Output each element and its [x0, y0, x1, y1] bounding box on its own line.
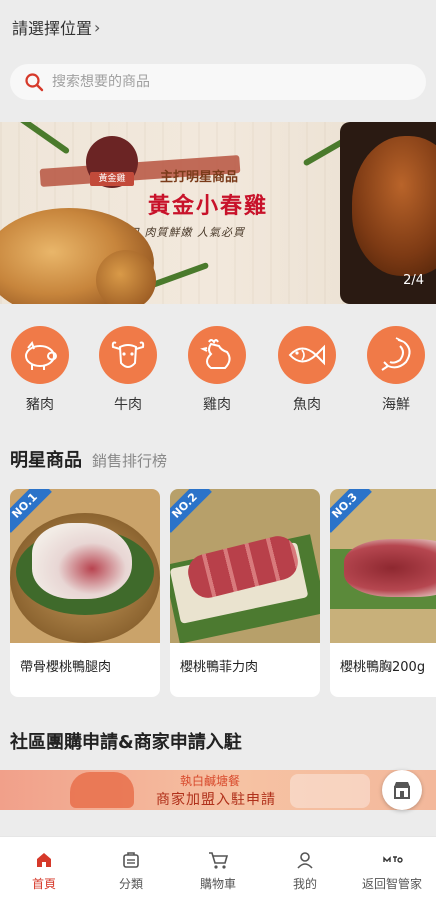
cow-icon — [111, 341, 145, 368]
home-icon — [37, 853, 51, 867]
return-icon — [383, 856, 403, 863]
category-seafood[interactable]: 海鮮 — [366, 326, 426, 414]
featured-subtitle[interactable]: 銷售排行榜 — [92, 450, 167, 471]
promo-line2: 商家加盟入駐申請 — [156, 792, 276, 808]
tab-label: 分類 — [118, 877, 143, 891]
featured-title: 明星商品 — [10, 450, 82, 471]
location-label: 請選擇位置 — [12, 19, 93, 38]
floating-shop-button[interactable] — [382, 770, 422, 810]
banner-line1: 主打明星商品 — [160, 170, 239, 185]
merchant-join-banner[interactable]: 執白鹹塘餐 商家加盟入駐申請 — [0, 770, 436, 810]
seal-text: 黃金雞 — [98, 174, 126, 184]
banner-counter: 2/4 — [403, 273, 424, 288]
product-card[interactable]: NO.3 櫻桃鴨胸200g — [330, 489, 436, 697]
promo-decoration — [290, 774, 370, 808]
category-label: 雞肉 — [203, 397, 231, 413]
category-label: 魚肉 — [293, 397, 321, 413]
promo-banner[interactable]: 黃金雞 主打明星商品 黃金小春雞 香酥可口 肉質鮮嫩 人氣必買 2/4 — [0, 122, 436, 304]
tab-label: 首頁 — [31, 877, 56, 891]
chevron-right-icon: › — [94, 17, 101, 37]
category-label: 豬肉 — [26, 397, 54, 413]
shop-icon — [394, 782, 410, 799]
category-label: 牛肉 — [114, 397, 142, 413]
product-name: 帶骨櫻桃鴨腿肉 — [20, 660, 112, 675]
tab-return[interactable]: 返回智管家 — [352, 849, 432, 892]
category-icon — [123, 852, 139, 868]
tab-label: 我的 — [292, 877, 317, 891]
search-input[interactable] — [52, 74, 352, 90]
category-chicken[interactable]: 雞肉 — [187, 326, 247, 414]
user-icon — [297, 852, 313, 869]
product-name: 櫻桃鴨胸200g — [340, 660, 426, 675]
product-name: 櫻桃鴨菲力肉 — [180, 660, 259, 675]
cart-icon — [209, 852, 229, 869]
fish-icon — [288, 344, 325, 366]
chicken-icon — [200, 339, 231, 369]
category-label: 海鮮 — [382, 397, 410, 413]
mascot-image — [70, 772, 134, 808]
shrimp-icon — [381, 337, 411, 371]
rank-badge: NO.3 — [330, 489, 372, 533]
tab-mine[interactable]: 我的 — [265, 849, 345, 892]
featured-header: 明星商品 銷售排行榜 — [10, 446, 167, 472]
product-card[interactable]: NO.1 帶骨櫻桃鴨腿肉 — [10, 489, 160, 697]
tab-label: 返回智管家 — [361, 877, 422, 891]
roast-drumstick-image — [96, 250, 156, 304]
tab-category[interactable]: 分類 — [91, 849, 171, 892]
category-beef[interactable]: 牛肉 — [98, 326, 158, 414]
seal-tag: 黃金雞 — [90, 172, 134, 186]
product-image: NO.3 — [330, 489, 436, 643]
product-image: NO.1 — [10, 489, 160, 643]
search-icon — [25, 73, 44, 92]
product-card[interactable]: NO.2 櫻桃鴨菲力肉 — [170, 489, 320, 697]
community-title: 社區團購申請&商家申請入駐 — [10, 732, 242, 753]
tab-cart[interactable]: 購物車 — [178, 849, 258, 892]
category-row: 豬肉 牛肉 雞肉 魚肉 海鮮 — [0, 326, 436, 416]
bottom-tab-bar: 首頁 分類 購物車 我的 返回智管家 — [0, 836, 436, 900]
duck-leg-image — [32, 523, 132, 599]
rank-badge: NO.2 — [170, 489, 212, 533]
product-image: NO.2 — [170, 489, 320, 643]
location-selector[interactable]: 請選擇位置 › — [12, 14, 100, 40]
tab-home[interactable]: 首頁 — [4, 849, 84, 892]
duck-breast-image — [344, 539, 436, 597]
banner-line2: 黃金小春雞 — [148, 194, 269, 219]
pig-icon — [25, 340, 57, 370]
search-bar[interactable] — [10, 64, 426, 100]
category-pork[interactable]: 豬肉 — [10, 326, 70, 414]
promo-line1: 執白鹹塘餐 — [180, 774, 241, 788]
tab-label: 購物車 — [199, 877, 236, 891]
category-fish[interactable]: 魚肉 — [277, 326, 337, 414]
